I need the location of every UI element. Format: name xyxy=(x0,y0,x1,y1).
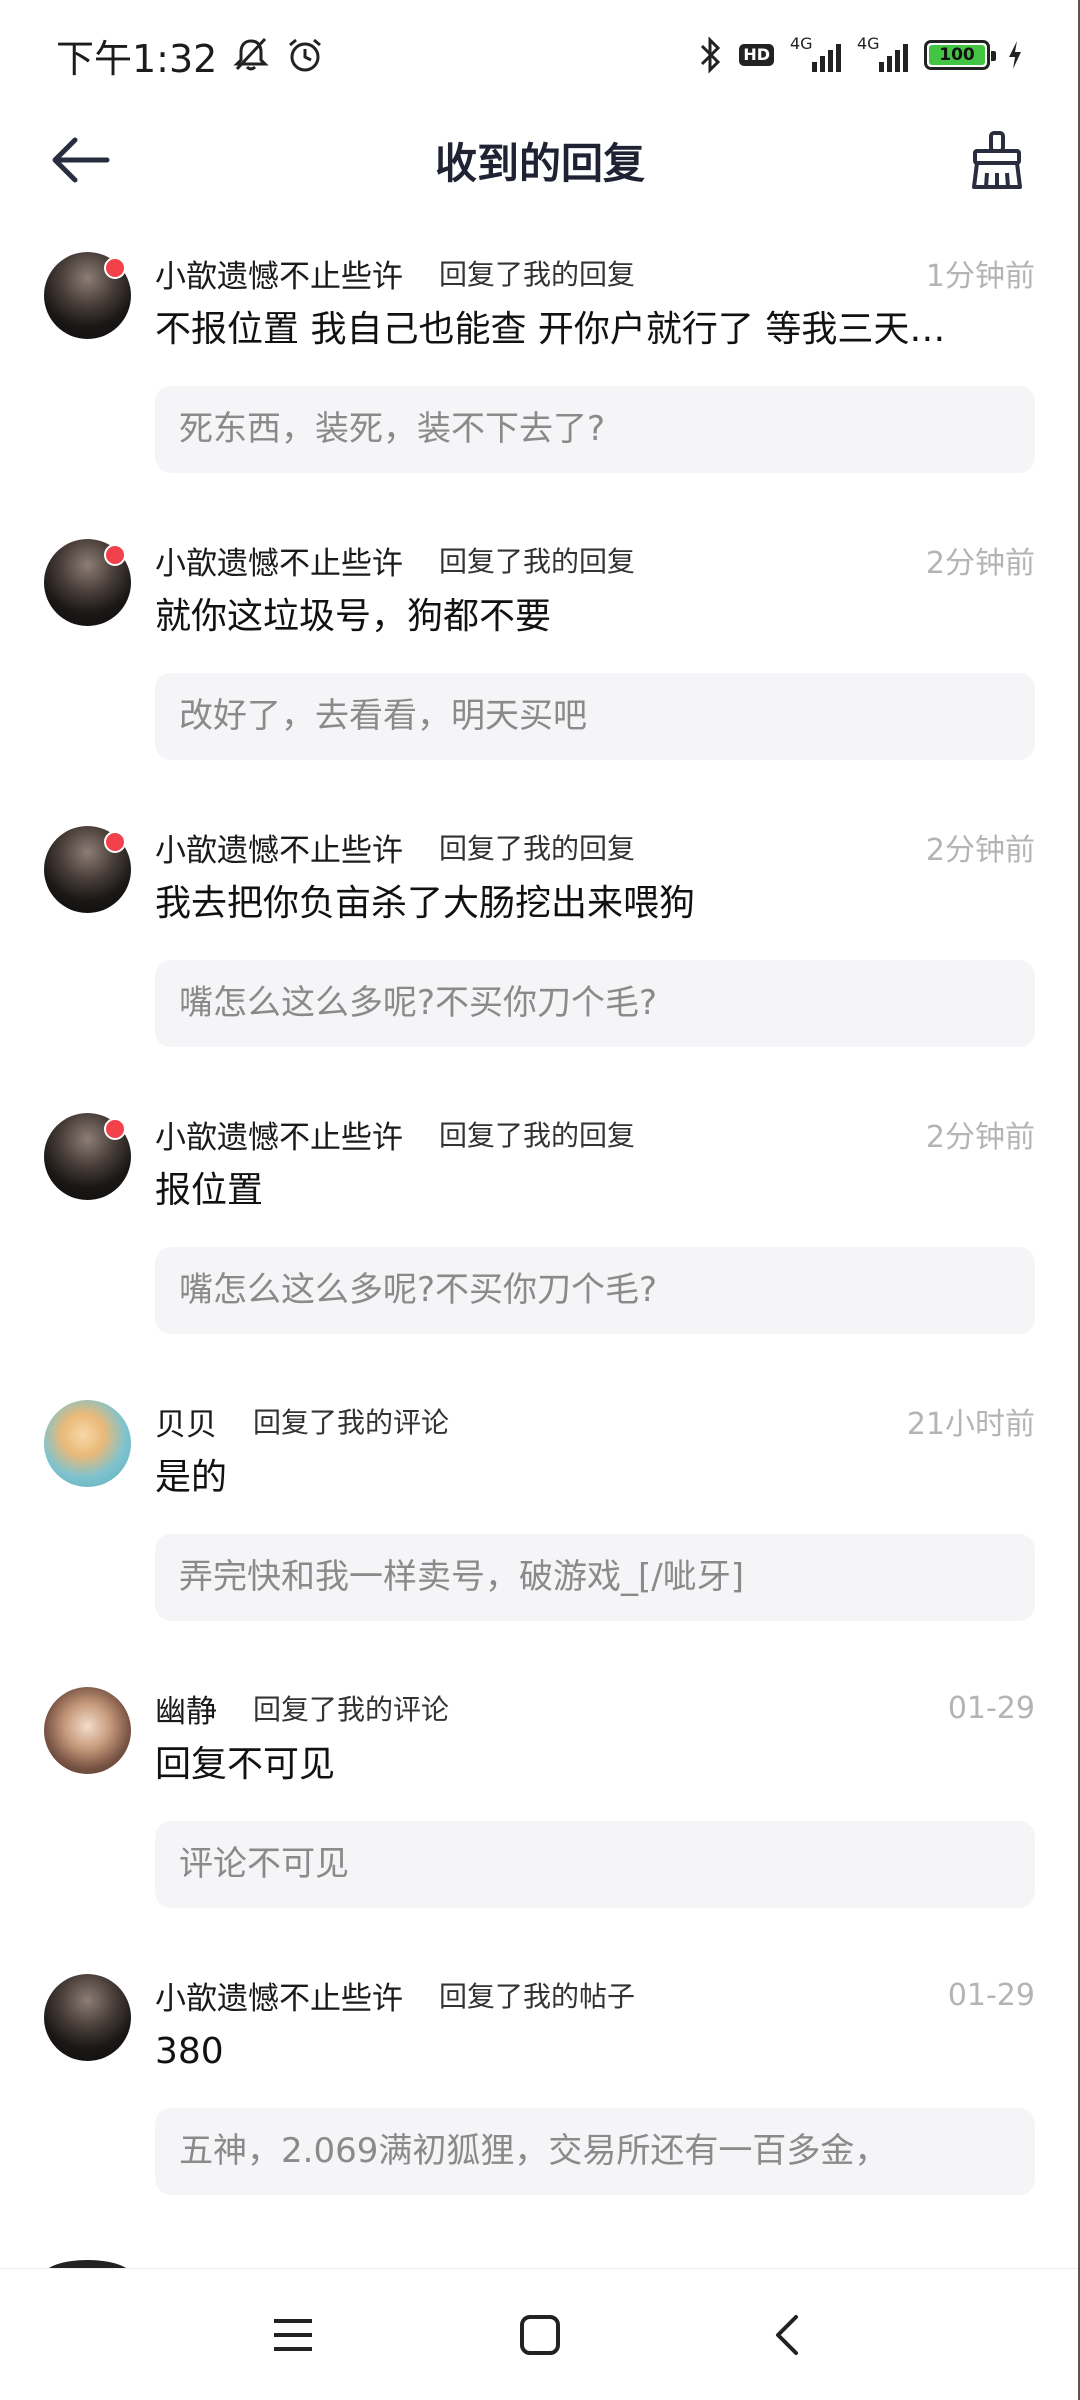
quoted-reply[interactable]: 五神，2.069满初狐狸，交易所还有一百多金， xyxy=(155,2108,1035,2195)
menu-icon xyxy=(271,2315,315,2355)
reply-action: 回复了我的评论 xyxy=(253,1693,450,1726)
status-right: HD 4G 4G 100 xyxy=(697,34,1024,74)
username[interactable]: 贝贝 xyxy=(155,1399,217,1444)
battery-level: 100 xyxy=(929,45,985,65)
reply-item[interactable]: 幽静 回复了我的评论 01-29 回复不可见 评论不可见 xyxy=(0,1670,1080,1957)
quoted-reply[interactable]: 评论不可见 xyxy=(155,1821,1035,1908)
username[interactable]: 小歆遗憾不止些许 xyxy=(155,1112,403,1157)
reply-item[interactable]: 小歆遗憾不止些许 回复了我的回复 2分钟前 报位置 嘴怎么这么多呢?不买你刀个毛… xyxy=(0,1096,1080,1383)
status-bar: 下午1:32 HD 4G 4G 100 xyxy=(0,0,1080,110)
arrow-left-icon xyxy=(49,136,111,184)
quoted-reply[interactable]: 嘴怎么这么多呢?不买你刀个毛? xyxy=(155,960,1035,1047)
menu-button[interactable] xyxy=(253,2295,333,2375)
clear-button[interactable] xyxy=(964,128,1030,194)
reply-time: 2分钟前 xyxy=(925,833,1035,868)
battery-icon: 100 xyxy=(924,40,996,70)
reply-action: 回复了我的回复 xyxy=(439,258,636,291)
network-type-1: 4G xyxy=(790,34,813,53)
username[interactable]: 小歆遗憾不止些许 xyxy=(155,538,403,583)
reply-content[interactable]: 不报位置 我自己也能查 开你户就行了 等我三天… xyxy=(155,305,1035,355)
reply-content[interactable]: 380 xyxy=(155,2027,1035,2077)
reply-time: 2分钟前 xyxy=(925,546,1035,581)
reply-time: 2分钟前 xyxy=(925,1120,1035,1155)
reply-content[interactable]: 就你这垃圾号，狗都不要 xyxy=(155,592,1035,642)
username[interactable]: 小歆遗憾不止些许 xyxy=(155,1973,403,2018)
reply-item[interactable]: 小歆遗憾不止些许 回复了我的回复 2分钟前 我去把你负亩杀了大肠挖出来喂狗 嘴怎… xyxy=(0,809,1080,1096)
unread-dot xyxy=(104,1118,126,1140)
system-nav-bar xyxy=(0,2268,1080,2400)
avatar[interactable] xyxy=(44,1974,131,2061)
reply-meta: 幽静 回复了我的评论 01-29 xyxy=(155,1686,1035,1731)
reply-meta: 贝贝 回复了我的评论 21小时前 xyxy=(155,1399,1035,1444)
reply-time: 01-29 xyxy=(947,1977,1035,2013)
quoted-reply[interactable]: 死东西，装死，装不下去了? xyxy=(155,386,1035,473)
reply-action: 回复了我的回复 xyxy=(439,1119,636,1152)
reply-item[interactable]: 小歆遗憾不止些许 回复了我的回复 2分钟前 就你这垃圾号，狗都不要 改好了，去看… xyxy=(0,522,1080,809)
back-chevron-icon xyxy=(772,2313,802,2357)
reply-item[interactable]: 小歆遗憾不止些许 回复了我的回复 1分钟前 不报位置 我自己也能查 开你户就行了… xyxy=(0,235,1080,522)
alarm-icon xyxy=(285,35,325,75)
broom-icon xyxy=(969,131,1025,191)
reply-meta: 小歆遗憾不止些许 回复了我的回复 2分钟前 xyxy=(155,825,1035,870)
screen: 下午1:32 HD 4G 4G 100 收到的回复 小歆遗憾不止些许 回复了我的… xyxy=(0,0,1080,2400)
quoted-reply[interactable]: 改好了，去看看，明天买吧 xyxy=(155,673,1035,760)
reply-action: 回复了我的回复 xyxy=(439,545,636,578)
reply-action: 回复了我的回复 xyxy=(439,832,636,865)
quoted-reply[interactable]: 弄完快和我一样卖号，破游戏_[/呲牙] xyxy=(155,1534,1035,1621)
back-nav-button[interactable] xyxy=(747,2295,827,2375)
signal-icon-1: 4G xyxy=(790,34,841,72)
reply-meta: 小歆遗憾不止些许 回复了我的回复 1分钟前 xyxy=(155,251,1035,296)
back-button[interactable] xyxy=(44,130,116,190)
home-button[interactable] xyxy=(500,2295,580,2375)
home-square-icon xyxy=(518,2313,562,2357)
status-time: 下午1:32 xyxy=(56,36,218,81)
reply-meta: 小歆遗憾不止些许 回复了我的帖子 01-29 xyxy=(155,1973,1035,2018)
mute-icon xyxy=(231,35,271,75)
reply-content[interactable]: 我去把你负亩杀了大肠挖出来喂狗 xyxy=(155,879,1035,929)
page-title: 收到的回复 xyxy=(434,138,645,188)
reply-content[interactable]: 报位置 xyxy=(155,1166,1035,1216)
unread-dot xyxy=(104,257,126,279)
reply-item[interactable]: 小歆遗憾不止些许 回复了我的帖子 01-29 380 五神，2.069满初狐狸，… xyxy=(0,1957,1080,2244)
quoted-reply[interactable]: 嘴怎么这么多呢?不买你刀个毛? xyxy=(155,1247,1035,1334)
charging-icon xyxy=(1006,39,1024,71)
avatar[interactable] xyxy=(44,1687,131,1774)
username[interactable]: 幽静 xyxy=(155,1686,217,1731)
username[interactable]: 小歆遗憾不止些许 xyxy=(155,825,403,870)
network-type-2: 4G xyxy=(857,34,880,53)
reply-time: 1分钟前 xyxy=(925,259,1035,294)
reply-content[interactable]: 回复不可见 xyxy=(155,1740,1035,1790)
reply-item[interactable]: 贝贝 回复了我的评论 21小时前 是的 弄完快和我一样卖号，破游戏_[/呲牙] xyxy=(0,1383,1080,1670)
avatar[interactable] xyxy=(44,1400,131,1487)
unread-dot xyxy=(104,544,126,566)
reply-meta: 小歆遗憾不止些许 回复了我的回复 2分钟前 xyxy=(155,1112,1035,1157)
reply-list: 小歆遗憾不止些许 回复了我的回复 1分钟前 不报位置 我自己也能查 开你户就行了… xyxy=(0,235,1080,2244)
reply-meta: 小歆遗憾不止些许 回复了我的回复 2分钟前 xyxy=(155,538,1035,583)
reply-time: 21小时前 xyxy=(906,1407,1035,1442)
unread-dot xyxy=(104,831,126,853)
reply-content[interactable]: 是的 xyxy=(155,1453,1035,1503)
reply-action: 回复了我的评论 xyxy=(253,1406,450,1439)
username[interactable]: 小歆遗憾不止些许 xyxy=(155,251,403,296)
header: 收到的回复 xyxy=(0,110,1080,210)
status-left: 下午1:32 xyxy=(56,28,325,83)
reply-time: 01-29 xyxy=(947,1690,1035,1726)
hd-badge: HD xyxy=(739,44,774,66)
reply-action: 回复了我的帖子 xyxy=(439,1980,636,2013)
signal-icon-2: 4G xyxy=(857,34,908,72)
bluetooth-icon xyxy=(697,36,723,74)
